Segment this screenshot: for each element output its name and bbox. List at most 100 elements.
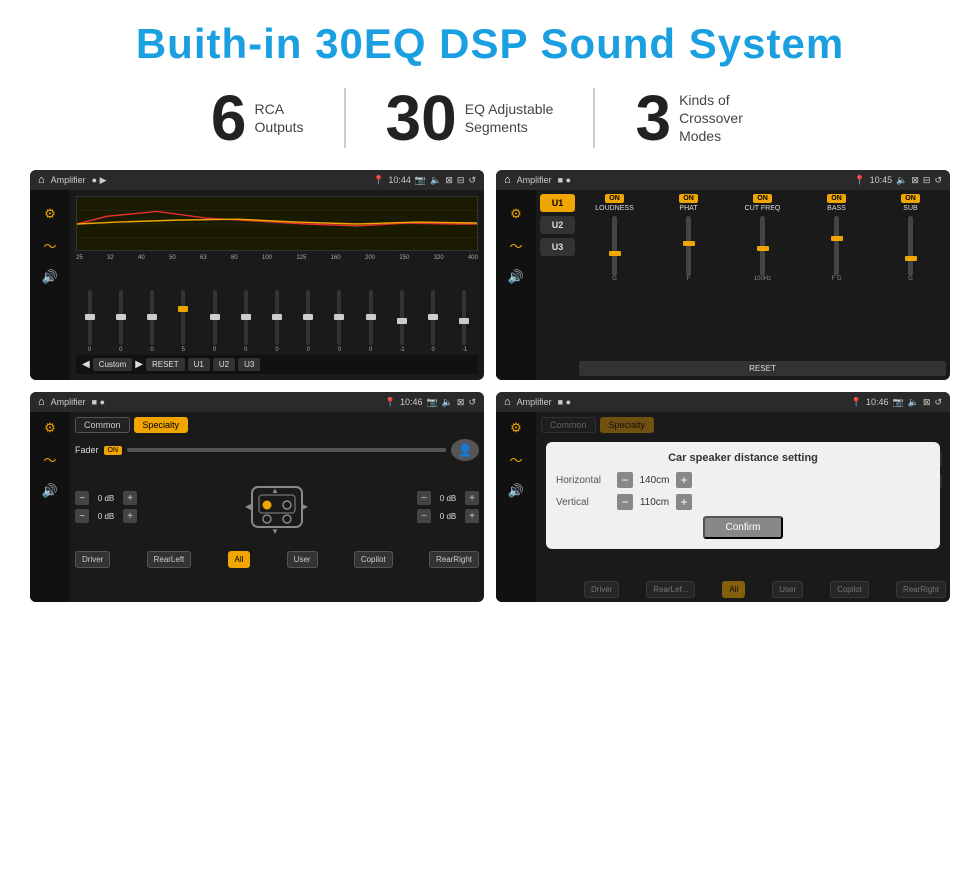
vertical-plus[interactable]: + — [676, 494, 692, 510]
dialog-spk-icon[interactable]: 🔊 — [508, 483, 524, 499]
speaker-content: ⚙ 〜 🔊 Common Specialty Fader ON 👤 — [30, 412, 484, 602]
driver-btn[interactable]: Driver — [75, 551, 110, 568]
eq-slider-8: 0 — [295, 290, 322, 353]
u3-preset[interactable]: U3 — [540, 238, 575, 256]
dialog-eq-icon[interactable]: ⚙ — [510, 420, 522, 436]
dialog-all-btn[interactable]: All — [722, 581, 745, 598]
u3-btn[interactable]: U3 — [238, 358, 260, 371]
car-diagram: ▲ ▼ ◀ ▶ — [237, 467, 317, 547]
dialog-common-tab[interactable]: Common — [541, 417, 596, 433]
rearright-btn[interactable]: RearRight — [429, 551, 479, 568]
stat-crossover: 3 Kinds of Crossover Modes — [595, 86, 809, 150]
cross-reset-btn[interactable]: RESET — [579, 361, 946, 376]
cutfreq-on[interactable]: ON — [753, 194, 772, 203]
svg-text:▲: ▲ — [271, 486, 279, 495]
eq-slider-12: 0 — [420, 290, 447, 353]
home-icon-cross[interactable]: ⌂ — [504, 174, 511, 186]
dialog-rl-btn[interactable]: RearLef... — [646, 581, 695, 598]
home-icon-speaker[interactable]: ⌂ — [38, 396, 45, 408]
ch-sub: ON SUB — [875, 194, 946, 212]
u1-btn[interactable]: U1 — [188, 358, 210, 371]
minus-icon: ⊟ — [457, 175, 465, 186]
stat-rca: 6 RCA Outputs — [171, 86, 344, 150]
specialty-tab[interactable]: Specialty — [134, 417, 189, 433]
cross-spk-icon[interactable]: 🔊 — [508, 269, 524, 285]
speaker-cam: 📷 — [426, 397, 437, 408]
custom-preset-btn[interactable]: Custom — [93, 358, 133, 371]
dialog-copilot-btn[interactable]: Copilot — [830, 581, 869, 598]
u2-preset[interactable]: U2 — [540, 216, 575, 234]
dialog-specialty-tab[interactable]: Specialty — [600, 417, 655, 433]
common-tab[interactable]: Common — [75, 417, 130, 433]
loudness-on[interactable]: ON — [605, 194, 624, 203]
rearleft-btn[interactable]: RearLeft — [147, 551, 192, 568]
speaker-title: Amplifier — [51, 397, 86, 407]
speaker-x: ⊠ — [457, 397, 465, 408]
sub-on[interactable]: ON — [901, 194, 920, 203]
left-front-minus[interactable]: − — [75, 491, 89, 505]
dialog-rr-btn[interactable]: RearRight — [896, 581, 946, 598]
all-btn[interactable]: All — [228, 551, 251, 568]
confirm-button[interactable]: Confirm — [703, 516, 782, 539]
horizontal-plus[interactable]: + — [676, 472, 692, 488]
left-rear-minus[interactable]: − — [75, 509, 89, 523]
vertical-row: Vertical − 110cm + — [556, 494, 930, 510]
dialog-driver-btn[interactable]: Driver — [584, 581, 619, 598]
reset-btn[interactable]: RESET — [146, 358, 185, 371]
right-rear-minus[interactable]: − — [417, 509, 431, 523]
bass-on[interactable]: ON — [827, 194, 846, 203]
speaker-eq-icon[interactable]: ⚙ — [44, 420, 56, 436]
dialog-status-left: ⌂ Amplifier ■ ● — [504, 396, 571, 408]
eq-slider-3: 0 — [138, 290, 165, 353]
left-rear-plus[interactable]: + — [123, 509, 137, 523]
dialog-back: ↺ — [934, 397, 942, 408]
phat-on[interactable]: ON — [679, 194, 698, 203]
right-rear-value: 0 dB — [434, 512, 462, 521]
home-icon[interactable]: ⌂ — [38, 174, 45, 186]
stat-eq: 30 EQ Adjustable Segments — [346, 86, 594, 150]
dialog-user-btn[interactable]: User — [772, 581, 803, 598]
dialog-cam: 📷 — [892, 397, 903, 408]
u1-preset[interactable]: U1 — [540, 194, 575, 212]
cross-eq-icon[interactable]: ⚙ — [510, 206, 522, 222]
eq-slider-11: -1 — [388, 290, 415, 353]
prev-arrow[interactable]: ◀ — [82, 359, 90, 370]
user-btn[interactable]: User — [287, 551, 318, 568]
speaker-spk-icon[interactable]: 🔊 — [42, 483, 58, 499]
cross-main-panel: U1 U2 U3 ON LOUDNESS ON — [536, 190, 950, 380]
right-front-minus[interactable]: − — [417, 491, 431, 505]
equalizer-icon[interactable]: ⚙ — [44, 206, 56, 222]
svg-text:◀: ◀ — [245, 502, 252, 511]
page-title: Buith-in 30EQ DSP Sound System — [30, 20, 950, 68]
cross-wave-icon[interactable]: 〜 — [509, 236, 522, 255]
eq-screen: ⌂ Amplifier ● ▶ 📍 10:44 📷 🔈 ⊠ ⊟ ↺ — [30, 170, 484, 380]
horizontal-value: 140cm — [637, 475, 672, 486]
cross-channels: ON LOUDNESS ON PHAT ON CUT FREQ — [579, 194, 946, 376]
eq-status-bar: ⌂ Amplifier ● ▶ 📍 10:44 📷 🔈 ⊠ ⊟ ↺ — [30, 170, 484, 190]
right-front-plus[interactable]: + — [465, 491, 479, 505]
speaker-screen: ⌂ Amplifier ■ ● 📍 10:46 📷 🔈 ⊠ ↺ ⚙ — [30, 392, 484, 602]
cross-slider-area: G F 100Hz F — [579, 216, 946, 357]
user-avatar[interactable]: 👤 — [451, 439, 479, 461]
fader-slider[interactable] — [127, 448, 446, 452]
speaker-small-icon[interactable]: 🔊 — [42, 269, 58, 285]
dialog-screen: ⌂ Amplifier ■ ● 📍 10:46 📷 🔈 ⊠ ↺ ⚙ — [496, 392, 950, 602]
vertical-minus[interactable]: − — [617, 494, 633, 510]
cutfreq-label: CUT FREQ — [745, 205, 781, 212]
right-rear-plus[interactable]: + — [465, 509, 479, 523]
home-icon-dialog[interactable]: ⌂ — [504, 396, 511, 408]
play-arrow[interactable]: ▶ — [135, 359, 143, 370]
speaker-wave-icon[interactable]: 〜 — [43, 450, 56, 469]
left-front-plus[interactable]: + — [123, 491, 137, 505]
copilot-btn[interactable]: Copilot — [354, 551, 393, 568]
u2-btn[interactable]: U2 — [213, 358, 235, 371]
ch-loudness: ON LOUDNESS — [579, 194, 650, 212]
eq-slider-10: 0 — [357, 290, 384, 353]
fader-on-badge[interactable]: ON — [104, 446, 123, 455]
location-icon: 📍 — [373, 175, 384, 186]
eq-slider-7: 0 — [263, 290, 290, 353]
dialog-wave-icon[interactable]: 〜 — [509, 450, 522, 469]
waveform-icon[interactable]: 〜 — [43, 236, 56, 255]
horizontal-minus[interactable]: − — [617, 472, 633, 488]
svg-text:▶: ▶ — [302, 502, 309, 511]
